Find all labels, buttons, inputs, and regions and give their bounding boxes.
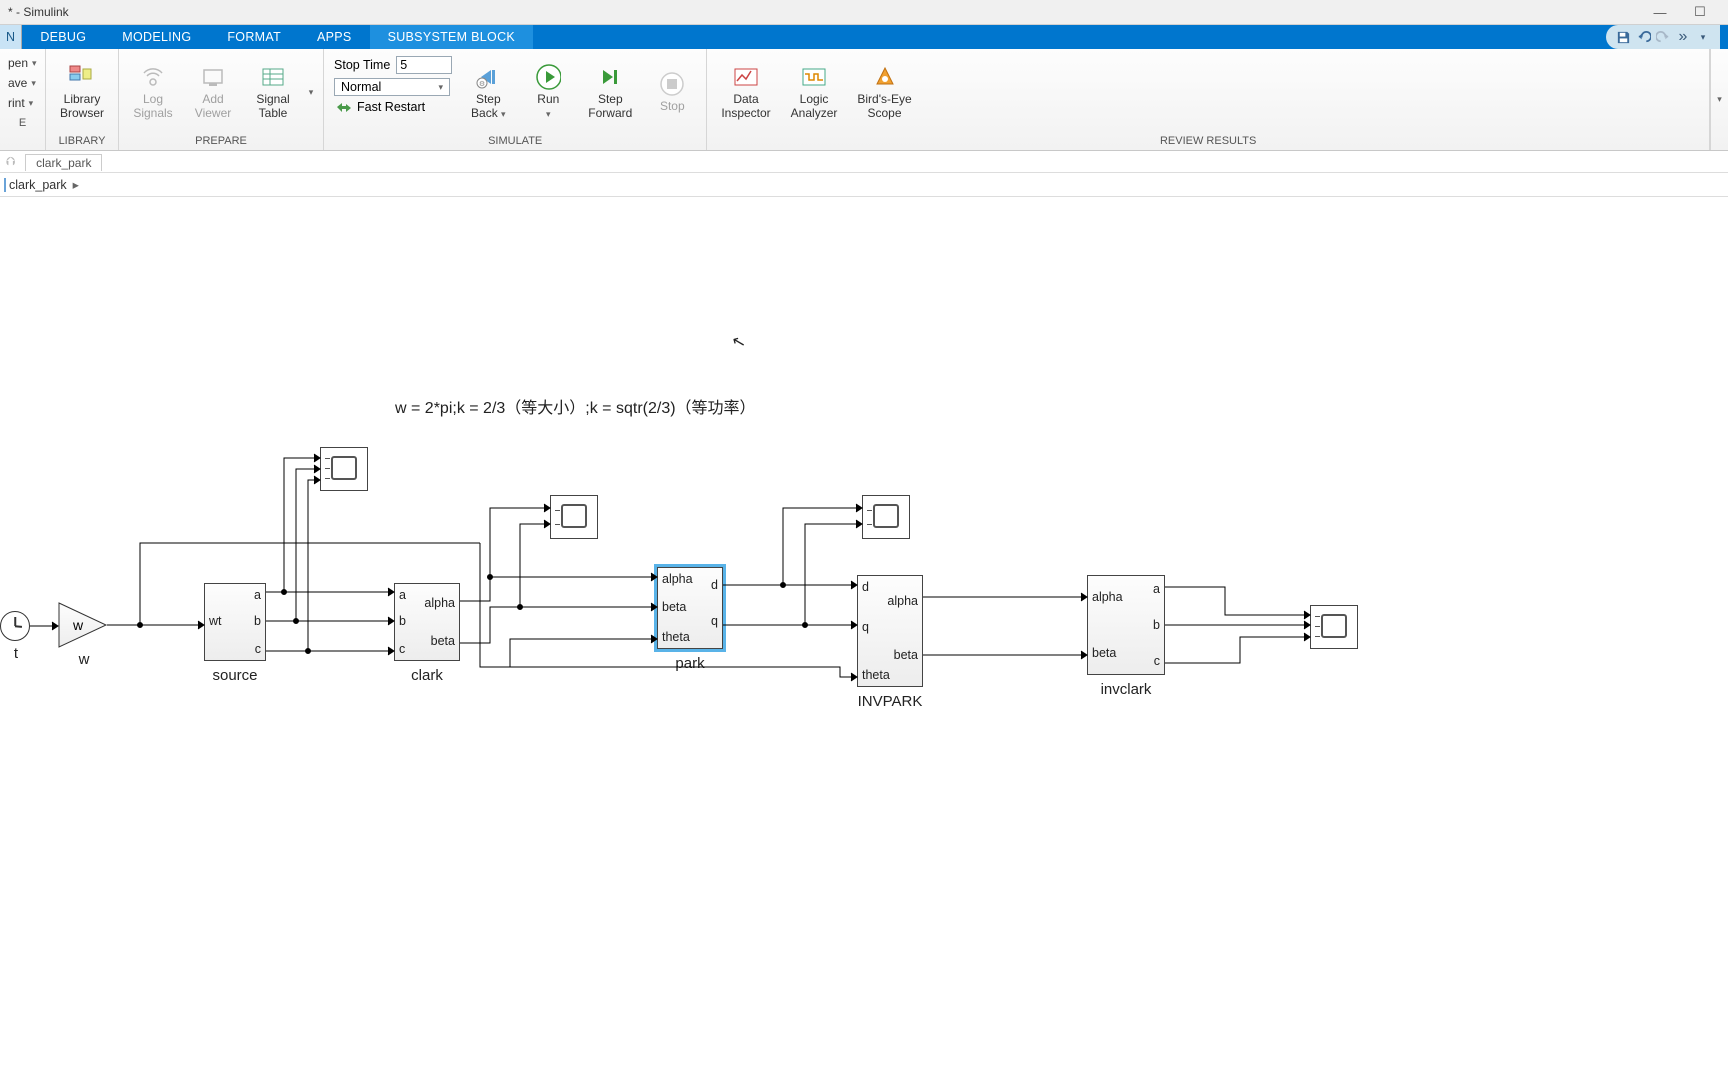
tab-apps[interactable]: APPS [299,25,370,49]
step-forward-icon [597,64,623,90]
scope-2[interactable] [550,495,598,539]
signal-icon [140,64,166,90]
step-back-button[interactable]: ⚙ Step Back ▾ [458,51,518,133]
source-name: source [204,667,266,684]
play-icon [535,64,561,90]
tab-cut[interactable]: N [0,25,22,49]
clock-label: t [8,645,24,662]
tab-format[interactable]: FORMAT [209,25,299,49]
signal-lines [0,197,1400,897]
maximize-button[interactable]: ☐ [1680,4,1720,20]
stop-time-label: Stop Time [334,58,390,72]
stop-time-row: Stop Time [330,54,456,76]
annotation-text[interactable]: w = 2*pi;k = 2/3（等大小）;k = sqtr(2/3)（等功率） [395,394,756,418]
prepare-group: Log Signals Add Viewer Signal Table ▾ PR… [119,49,324,150]
sim-mode-select[interactable]: Normal▾ [334,78,450,96]
prepare-expand[interactable]: ▾ [303,51,319,133]
model-tab[interactable]: clark_park [25,154,102,171]
invpark-name: INVPARK [845,693,935,710]
simulate-group-label: SIMULATE [328,133,702,150]
review-group-label: REVIEW RESULTS [711,133,1705,150]
inspector-icon [733,64,759,90]
scope-4[interactable] [1310,605,1358,649]
scope-3[interactable] [862,495,910,539]
toolstrip-tabs: N DEBUG MODELING FORMAT APPS SUBSYSTEM B… [0,25,1728,49]
prepare-group-label: PREPARE [123,133,319,150]
data-inspector-button[interactable]: Data Inspector [711,51,780,133]
library-group-label: LIBRARY [50,133,114,150]
title-bar: * - Simulink — ☐ [0,0,1728,25]
fast-restart-icon [336,100,352,114]
svg-text:⚙: ⚙ [479,80,485,88]
library-icon [69,64,95,90]
viewer-icon [200,64,226,90]
scope-1[interactable] [320,447,368,491]
logic-icon [801,64,827,90]
save-menu[interactable]: ave▾ [8,73,37,93]
step-forward-button[interactable]: Step Forward [578,51,642,133]
library-group: Library Browser LIBRARY [46,49,119,150]
breadcrumb[interactable]: clark_park ▸ [0,173,1728,197]
ribbon-expand[interactable]: ▾ [1710,49,1728,150]
tab-subsystem-block[interactable]: SUBSYSTEM BLOCK [370,25,533,49]
source-block[interactable]: wt a b c [204,583,266,661]
clock-block[interactable] [0,611,30,641]
open-menu[interactable]: pen▾ [8,53,37,73]
birds-eye-button[interactable]: Bird's-Eye Scope [847,51,921,133]
invpark-block[interactable]: d q theta alpha beta [857,575,923,687]
undo-icon[interactable] [1634,28,1652,46]
tab-modeling[interactable]: MODELING [104,25,209,49]
nav-up-icon[interactable]: ⮉ [6,154,15,169]
expand-icon[interactable]: » [1674,28,1692,46]
clark-name: clark [394,667,460,684]
qat-dropdown-icon[interactable]: ▾ [1694,28,1712,46]
gain-value: w [72,617,84,633]
library-browser-button[interactable]: Library Browser [50,51,114,133]
birdseye-icon [872,64,898,90]
fast-restart-button[interactable]: Fast Restart [330,98,456,116]
signal-table-button[interactable]: Signal Table [243,51,303,133]
log-signals-button[interactable]: Log Signals [123,51,183,133]
invclark-name: invclark [1087,681,1165,698]
window-title: * - Simulink [8,5,69,19]
file-group-label: E [4,115,41,132]
invclark-block[interactable]: alpha beta a b c [1087,575,1165,675]
stop-button[interactable]: Stop [642,51,702,133]
model-canvas[interactable]: w = 2*pi;k = 2/3（等大小）;k = sqtr(2/3)（等功率）… [0,197,1728,1080]
quick-access-toolbar: » ▾ [1606,25,1720,49]
simulate-group: Stop Time Normal▾ Fast Restart ⚙ Step Ba… [324,49,707,150]
explorer-bar: ⮉ clark_park [0,151,1728,173]
stop-icon [659,71,685,97]
tab-debug[interactable]: DEBUG [22,25,104,49]
park-block[interactable]: alpha beta theta d q [657,567,723,649]
logic-analyzer-button[interactable]: Logic Analyzer [781,51,848,133]
mouse-cursor: ↖ [730,331,748,354]
save-icon[interactable] [1614,28,1632,46]
file-group: pen▾ ave▾ rint▾ E [0,49,46,150]
clark-block[interactable]: a b c alpha beta [394,583,460,661]
add-viewer-button[interactable]: Add Viewer [183,51,243,133]
print-menu[interactable]: rint▾ [8,93,37,113]
ribbon: pen▾ ave▾ rint▾ E Library Browser LIBRAR… [0,49,1728,151]
step-back-icon: ⚙ [475,64,501,90]
run-button[interactable]: Run▾ [518,51,578,133]
review-group: Data Inspector Logic Analyzer Bird's-Eye… [707,49,1710,150]
gain-name: w [74,651,94,668]
minimize-button[interactable]: — [1640,5,1680,20]
stop-time-input[interactable] [396,56,452,74]
park-name: park [657,655,723,672]
gain-block[interactable]: w [58,602,108,648]
redo-icon[interactable] [1654,28,1672,46]
table-icon [260,64,286,90]
